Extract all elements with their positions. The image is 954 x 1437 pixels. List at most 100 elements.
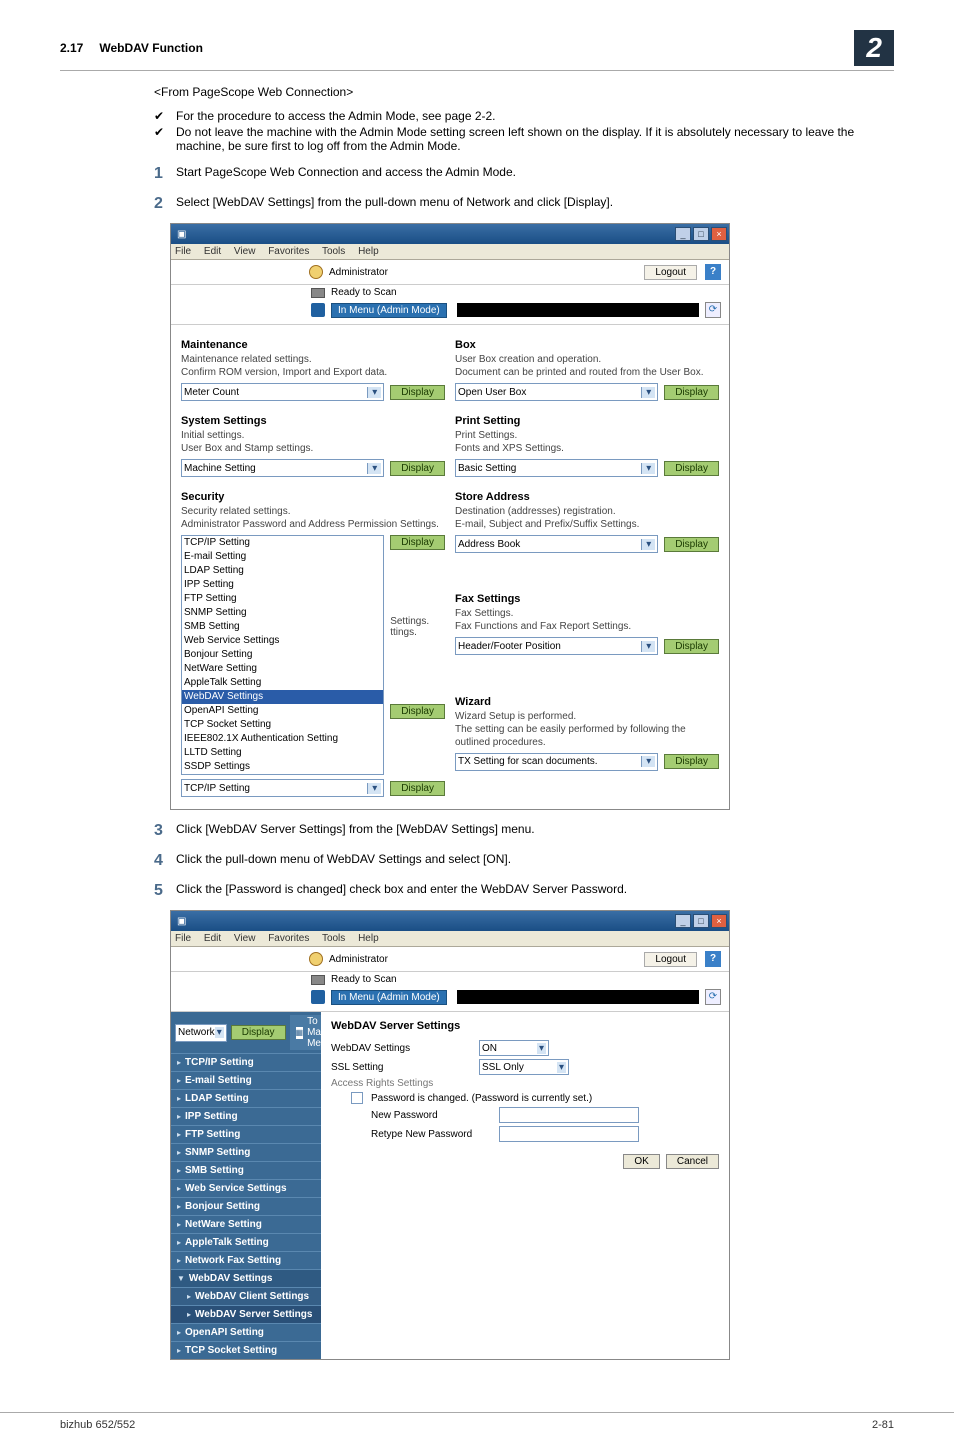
menu-view[interactable]: View (234, 933, 256, 944)
list-item[interactable]: E-mail Setting (182, 550, 383, 564)
menu-favorites[interactable]: Favorites (268, 246, 309, 257)
security-bottom-display-button[interactable]: Display (390, 781, 445, 796)
wizard-select[interactable]: TX Setting for scan documents.▾ (455, 753, 658, 771)
step: 2 Select [WebDAV Settings] from the pull… (154, 195, 894, 213)
retype-password-input[interactable] (499, 1126, 639, 1142)
print-select[interactable]: Basic Setting▾ (455, 459, 658, 477)
menu-tools[interactable]: Tools (322, 246, 345, 257)
store-display-button[interactable]: Display (664, 537, 719, 552)
sidebar-item[interactable]: ▸AppleTalk Setting (171, 1233, 321, 1251)
sidebar-item[interactable]: ▸E-mail Setting (171, 1071, 321, 1089)
list-item[interactable]: IEEE802.1X Authentication Setting (182, 732, 383, 746)
webdav-settings-select[interactable]: ON▾ (479, 1040, 549, 1056)
list-item[interactable]: SMB Setting (182, 620, 383, 634)
nav-display-button[interactable]: Display (231, 1025, 286, 1040)
fax-display-button[interactable]: Display (664, 639, 719, 654)
menu-help[interactable]: Help (358, 246, 379, 257)
security-bottom-select[interactable]: TCP/IP Setting▾ (181, 779, 384, 797)
sidebar-item[interactable]: ▸FTP Setting (171, 1125, 321, 1143)
list-item[interactable]: TCP/IP Setting (182, 536, 383, 550)
maximize-icon[interactable]: □ (693, 227, 709, 241)
list-item[interactable]: FTP Setting (182, 592, 383, 606)
fax-select[interactable]: Header/Footer Position▾ (455, 637, 658, 655)
menu-help[interactable]: Help (358, 933, 379, 944)
sidebar-item[interactable]: ▸LDAP Setting (171, 1089, 321, 1107)
menu-view[interactable]: View (234, 246, 256, 257)
list-item[interactable]: TCP Socket Setting (182, 718, 383, 732)
list-item[interactable]: SNMP Setting (182, 606, 383, 620)
menu-edit[interactable]: Edit (204, 246, 221, 257)
retype-password-label: Retype New Password (371, 1129, 491, 1140)
box-title: Box (455, 339, 719, 351)
sidebar-item[interactable]: ▸Bonjour Setting (171, 1197, 321, 1215)
menu-edit[interactable]: Edit (204, 933, 221, 944)
sidebar-item[interactable]: ▸IPP Setting (171, 1107, 321, 1125)
mode-button[interactable]: In Menu (Admin Mode) (331, 990, 447, 1005)
list-item[interactable]: OpenAPI Setting (182, 704, 383, 718)
sidebar-group-webdav[interactable]: ▼WebDAV Settings (171, 1269, 321, 1287)
chevron-down-icon: ▾ (367, 387, 381, 398)
sidebar-item[interactable]: ▸TCP Socket Setting (171, 1341, 321, 1359)
sidebar-subitem[interactable]: ▸WebDAV Client Settings (171, 1287, 321, 1305)
close-icon[interactable]: × (711, 914, 727, 928)
reload-icon[interactable]: ⟳ (705, 302, 721, 318)
window-titlebar: ▣ _ □ × (171, 224, 729, 244)
sidebar-item[interactable]: ▸SNMP Setting (171, 1143, 321, 1161)
box-select[interactable]: Open User Box▾ (455, 383, 658, 401)
system-display-button[interactable]: Display (390, 461, 445, 476)
step: 3 Click [WebDAV Server Settings] from th… (154, 822, 894, 840)
nav-category-select[interactable]: Network▾ (175, 1024, 227, 1042)
sidebar-item[interactable]: ▸TCP/IP Setting (171, 1053, 321, 1071)
security-listbox[interactable]: TCP/IP SettingE-mail SettingLDAP Setting… (181, 535, 384, 775)
minimize-icon[interactable]: _ (675, 227, 691, 241)
ok-button[interactable]: OK (623, 1154, 659, 1169)
minimize-icon[interactable]: _ (675, 914, 691, 928)
menu-bar[interactable]: File Edit View Favorites Tools Help (171, 244, 729, 260)
maintenance-display-button[interactable]: Display (390, 385, 445, 400)
list-item[interactable]: Bonjour Setting (182, 648, 383, 662)
cancel-button[interactable]: Cancel (666, 1154, 719, 1169)
sidebar-item[interactable]: ▸NetWare Setting (171, 1215, 321, 1233)
mode-icon (311, 303, 325, 317)
list-item[interactable]: LDAP Setting (182, 564, 383, 578)
maximize-icon[interactable]: □ (693, 914, 709, 928)
box-display-button[interactable]: Display (664, 385, 719, 400)
menu-file[interactable]: File (175, 246, 191, 257)
help-icon[interactable]: ? (705, 951, 721, 967)
sidebar-item[interactable]: ▸Network Fax Setting (171, 1251, 321, 1269)
ssl-setting-select[interactable]: SSL Only▾ (479, 1059, 569, 1075)
print-display-button[interactable]: Display (664, 461, 719, 476)
reload-icon[interactable]: ⟳ (705, 989, 721, 1005)
system-select[interactable]: Machine Setting▾ (181, 459, 384, 477)
store-select[interactable]: Address Book▾ (455, 535, 658, 553)
list-item[interactable]: LLTD Setting (182, 746, 383, 760)
menu-file[interactable]: File (175, 933, 191, 944)
footer-right: 2-81 (872, 1419, 894, 1431)
sidebar-item[interactable]: ▸Web Service Settings (171, 1179, 321, 1197)
logout-button[interactable]: Logout (644, 265, 697, 280)
help-icon[interactable]: ? (705, 264, 721, 280)
mode-button[interactable]: In Menu (Admin Mode) (331, 303, 447, 318)
sidebar-item[interactable]: ▸SMB Setting (171, 1161, 321, 1179)
close-icon[interactable]: × (711, 227, 727, 241)
list-item[interactable]: SSDP Settings (182, 760, 383, 774)
access-rights-label: Access Rights Settings (331, 1078, 433, 1089)
chevron-down-icon: ▾ (367, 783, 381, 794)
list-item[interactable]: Web Service Settings (182, 634, 383, 648)
logout-button[interactable]: Logout (644, 952, 697, 967)
list-item[interactable]: WebDAV Settings (182, 690, 383, 704)
menu-tools[interactable]: Tools (322, 933, 345, 944)
security-display-button-2[interactable]: Display (390, 704, 445, 719)
new-password-input[interactable] (499, 1107, 639, 1123)
maintenance-select[interactable]: Meter Count▾ (181, 383, 384, 401)
list-item[interactable]: NetWare Setting (182, 662, 383, 676)
menu-favorites[interactable]: Favorites (268, 933, 309, 944)
wizard-display-button[interactable]: Display (664, 754, 719, 769)
sidebar-subitem[interactable]: ▸WebDAV Server Settings (171, 1305, 321, 1323)
security-display-button[interactable]: Display (390, 535, 445, 550)
sidebar-item[interactable]: ▸OpenAPI Setting (171, 1323, 321, 1341)
list-item[interactable]: IPP Setting (182, 578, 383, 592)
menu-bar[interactable]: File Edit View Favorites Tools Help (171, 931, 729, 947)
password-changed-checkbox[interactable] (351, 1092, 363, 1104)
list-item[interactable]: AppleTalk Setting (182, 676, 383, 690)
